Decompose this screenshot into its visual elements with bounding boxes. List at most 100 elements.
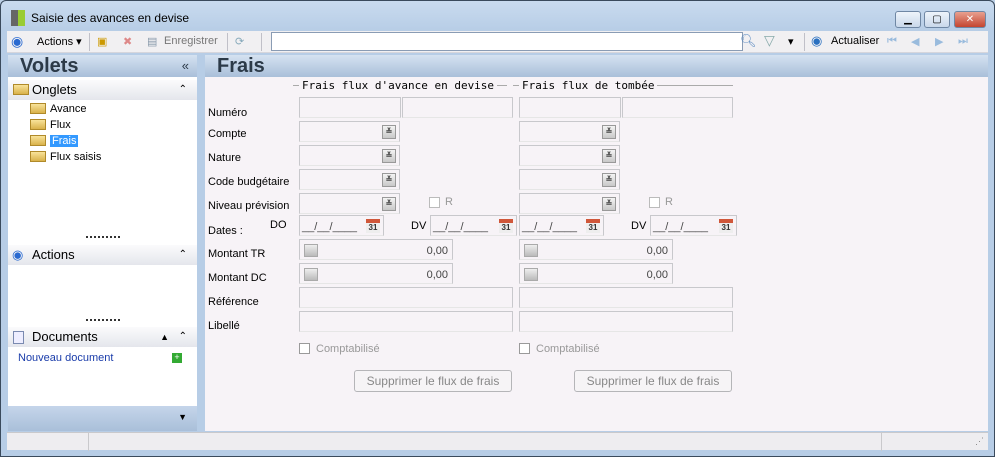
compte-combo-tombee[interactable]: ≚ (519, 121, 620, 142)
collapse-up-icon[interactable]: ⌃ (179, 327, 187, 347)
calendar-icon[interactable]: 31 (719, 219, 733, 233)
dv-date-field-avance[interactable]: __/__/____ 31 (430, 215, 517, 236)
montant-dc-field-tombee[interactable]: 0,00 (519, 263, 673, 284)
libelle-field-avance[interactable] (299, 311, 513, 332)
calendar-icon[interactable]: 31 (366, 219, 380, 233)
save-icon[interactable]: ▤ (147, 35, 157, 48)
delete-frais-button-avance[interactable]: Supprimer le flux de frais (354, 370, 512, 392)
code-combo-tombee[interactable]: ≚ (519, 169, 620, 190)
previous-icon[interactable]: ◀ (911, 35, 919, 48)
chevron-down-icon[interactable]: ≚ (382, 173, 396, 187)
tree-item-frais[interactable]: Frais (30, 135, 79, 147)
comptabilise-checkbox-tombee[interactable] (519, 343, 530, 354)
close-button[interactable]: ✕ (954, 11, 986, 28)
collapse-up-icon[interactable]: ⌃ (179, 80, 187, 100)
onglets-header[interactable]: Onglets ⌃ (8, 80, 197, 100)
save-button[interactable]: Enregistrer (164, 35, 218, 47)
currency-button[interactable] (304, 244, 318, 257)
documents-header[interactable]: Documents ▲ ⌃ (8, 327, 197, 347)
amount-value: 0,00 (426, 245, 448, 257)
chevron-down-icon[interactable]: ≚ (382, 149, 396, 163)
group-legend-avance: Frais flux d'avance en devise (299, 79, 498, 92)
dv-date-field-tombee[interactable]: __/__/____ 31 (650, 215, 737, 236)
numero-field-2-avance[interactable] (402, 97, 513, 118)
refresh-icon[interactable]: ◉ (811, 33, 822, 49)
montant-tr-field-tombee[interactable]: 0,00 (519, 239, 673, 260)
sync-icon[interactable]: ⟳ (235, 35, 244, 48)
niveau-combo-avance[interactable]: ≚ (299, 193, 400, 214)
tree-item-flux-saisis[interactable]: Flux saisis (30, 151, 101, 163)
calendar-icon[interactable]: 31 (499, 219, 513, 233)
chevron-down-icon[interactable]: ▼ (178, 412, 187, 422)
tree-item-flux[interactable]: Flux (30, 119, 71, 131)
up-icon[interactable]: ▲ (160, 327, 169, 347)
chevron-down-icon[interactable]: ≚ (602, 149, 616, 163)
reference-field-avance[interactable] (299, 287, 513, 308)
first-icon[interactable]: ⏮ (887, 35, 897, 48)
target-icon[interactable]: ◉ (11, 33, 23, 50)
montant-dc-field-avance[interactable]: 0,00 (299, 263, 453, 284)
montant-tr-field-avance[interactable]: 0,00 (299, 239, 453, 260)
tree-item-label: Avance (50, 103, 87, 115)
code-combo-avance[interactable]: ≚ (299, 169, 400, 190)
label-dv: DV (411, 220, 427, 232)
refresh-button[interactable]: Actualiser (831, 35, 879, 47)
documents-label: Documents (32, 329, 98, 344)
chevron-down-icon[interactable]: ≚ (602, 197, 616, 211)
splitter[interactable] (86, 319, 120, 321)
currency-button[interactable] (524, 268, 538, 281)
actions-menu[interactable]: Actions ▾ (37, 35, 82, 48)
currency-button[interactable] (304, 268, 318, 281)
last-icon[interactable]: ⏭ (958, 35, 968, 48)
do-date-field-avance[interactable]: __/__/____ 31 (299, 215, 384, 236)
numero-field-1-avance[interactable] (299, 97, 401, 118)
collapse-icon[interactable]: « (182, 55, 189, 77)
minimize-button[interactable]: ▁ (895, 11, 921, 28)
delete-icon[interactable]: ✖ (123, 35, 132, 48)
add-icon[interactable]: + (172, 353, 182, 363)
do-date-field-tombee[interactable]: __/__/____ 31 (519, 215, 604, 236)
nature-combo-avance[interactable]: ≚ (299, 145, 400, 166)
separator (261, 33, 262, 51)
actions-header[interactable]: ◉ Actions ⌃ (8, 245, 197, 265)
chevron-down-icon[interactable]: ≚ (382, 197, 396, 211)
libelle-field-tombee[interactable] (519, 311, 733, 332)
folder-icon (30, 135, 46, 146)
tree-item-label: Flux (50, 119, 71, 131)
nature-combo-tombee[interactable]: ≚ (519, 145, 620, 166)
actions-section-label: Actions (32, 247, 75, 262)
collapse-up-icon[interactable]: ⌃ (179, 245, 187, 265)
separator (227, 33, 228, 51)
niveau-combo-tombee[interactable]: ≚ (519, 193, 620, 214)
calendar-icon[interactable]: 31 (586, 219, 600, 233)
r-checkbox-tombee[interactable] (649, 197, 660, 208)
r-label-tombee: R (665, 196, 673, 208)
new-document-link[interactable]: Nouveau document (18, 352, 113, 364)
filter-icon[interactable]: ▽ (764, 32, 775, 49)
reference-field-tombee[interactable] (519, 287, 733, 308)
new-icon[interactable]: ▣ (97, 35, 107, 48)
tree-item-avance[interactable]: Avance (30, 103, 87, 115)
r-checkbox-avance[interactable] (429, 197, 440, 208)
status-bar: ⋰ (7, 432, 988, 451)
currency-button[interactable] (524, 244, 538, 257)
resize-grip-icon[interactable]: ⋰ (975, 436, 984, 447)
comptabilise-checkbox-avance[interactable] (299, 343, 310, 354)
numero-field-1-tombee[interactable] (519, 97, 621, 118)
chevron-down-icon[interactable]: ≚ (602, 125, 616, 139)
maximize-button[interactable]: ▢ (924, 11, 950, 28)
chevron-down-icon[interactable]: ≚ (382, 125, 396, 139)
filter-dropdown-icon[interactable]: ▾ (788, 35, 794, 48)
label-mtr: Montant TR (208, 248, 266, 260)
numero-field-2-tombee[interactable] (622, 97, 733, 118)
search-icon[interactable]: 🔍︎ (740, 33, 757, 49)
delete-frais-button-tombee[interactable]: Supprimer le flux de frais (574, 370, 732, 392)
label-libelle: Libellé (208, 320, 240, 332)
splitter[interactable] (86, 236, 120, 238)
search-input[interactable] (271, 32, 743, 51)
next-icon[interactable]: ▶ (935, 35, 943, 48)
compte-combo-avance[interactable]: ≚ (299, 121, 400, 142)
amount-value: 0,00 (646, 269, 668, 281)
label-nature: Nature (208, 152, 242, 164)
chevron-down-icon[interactable]: ≚ (602, 173, 616, 187)
